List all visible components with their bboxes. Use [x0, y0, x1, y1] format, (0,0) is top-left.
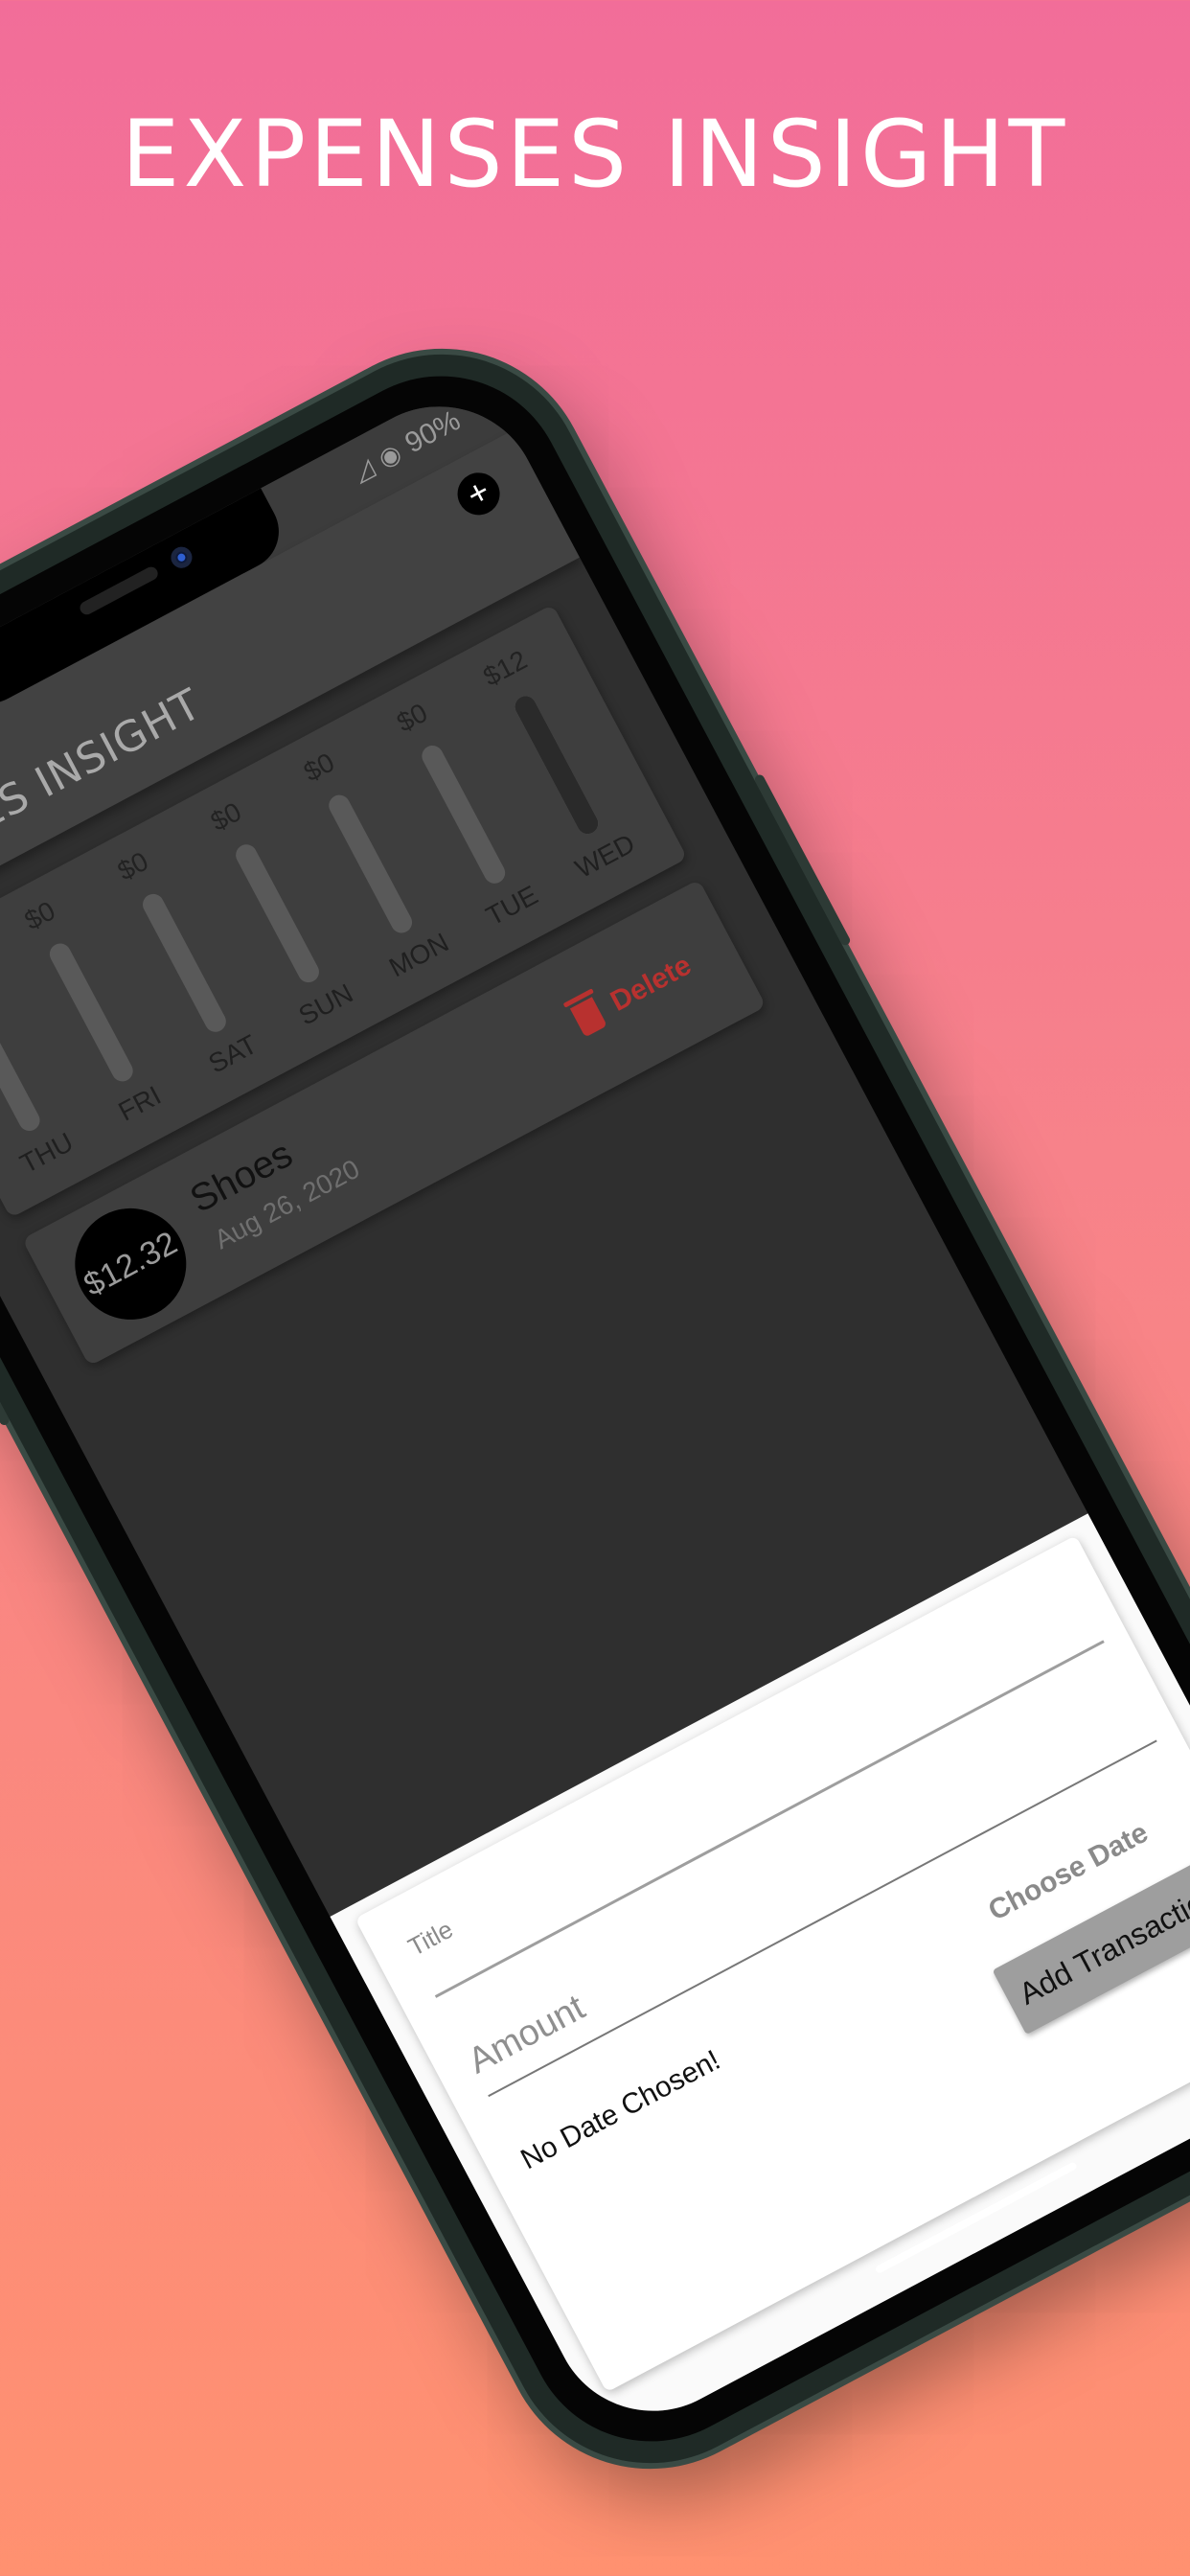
chart-bar-track: [0, 989, 44, 1135]
phone-frame: ◿ ◉ 90% ✤ + EXPENSES INSIGHT $0THU$0FRI$…: [0, 303, 1190, 2515]
chart-bar-track: [232, 840, 323, 986]
chart-bar-fill: [304, 976, 323, 986]
delete-label: Delete: [605, 949, 697, 1018]
transaction-amount: $12.32: [55, 1188, 206, 1340]
phone-screen: ◿ ◉ 90% ✤ + EXPENSES INSIGHT $0THU$0FRI$…: [0, 371, 1190, 2447]
new-transaction-form: Title Amount No Date Chosen! Choose Date…: [355, 1534, 1190, 2393]
chart-bar-track: [139, 890, 230, 1036]
chart-bar-fill: [511, 692, 603, 839]
chart-bar-day: MON: [384, 927, 454, 983]
chart-bar-day: TUE: [481, 879, 543, 932]
amount-field[interactable]: Amount: [462, 1988, 592, 2082]
battery-percent: 90%: [400, 404, 466, 460]
chart-bar-amount: $0: [112, 845, 153, 886]
chart-bar-fill: [397, 927, 416, 937]
chart-bar-track: [325, 791, 416, 937]
trash-icon: [569, 997, 607, 1038]
amount-field-underline: [488, 1739, 1157, 2098]
chart-bar-track: [511, 692, 603, 839]
chart-bar-day: WED: [570, 828, 640, 885]
volume-down-button: [0, 1312, 11, 1427]
chart-bar-amount: $12: [478, 644, 533, 692]
chart-bar-fill: [211, 1025, 230, 1036]
phone-mockup: ◿ ◉ 90% ✤ + EXPENSES INSIGHT $0THU$0FRI$…: [0, 303, 1190, 2515]
chart-bar-fill: [118, 1074, 137, 1086]
chart-bar-day: FRI: [113, 1080, 166, 1127]
chart-bar-track: [418, 742, 510, 887]
battery-saver-icon: ◉: [373, 437, 406, 473]
chart-bar-fill: [25, 1124, 44, 1135]
title-field-label: Title: [402, 1914, 458, 1962]
chart-bar-amount: $0: [19, 895, 60, 936]
add-transaction-button[interactable]: +: [449, 465, 508, 523]
camera: [167, 542, 196, 572]
chart-bar-day: THU: [14, 1126, 79, 1180]
chart-bar-fill: [490, 877, 510, 887]
chart-bar-amount: $0: [298, 747, 339, 788]
delete-button[interactable]: Delete: [569, 949, 698, 1038]
speaker: [78, 564, 161, 617]
chart-bar-track: [46, 939, 137, 1086]
headline: EXPENSES INSIGHT: [121, 101, 1069, 208]
new-transaction-sheet: Title Amount No Date Chosen! Choose Date…: [330, 1513, 1190, 2447]
signal-off-icon: ◿: [347, 451, 378, 487]
chart-bar-day: SUN: [293, 978, 358, 1031]
chart-bar-amount: $0: [205, 796, 246, 838]
chart-bar-amount: $0: [391, 697, 433, 738]
chart-bar-day: SAT: [203, 1028, 263, 1079]
